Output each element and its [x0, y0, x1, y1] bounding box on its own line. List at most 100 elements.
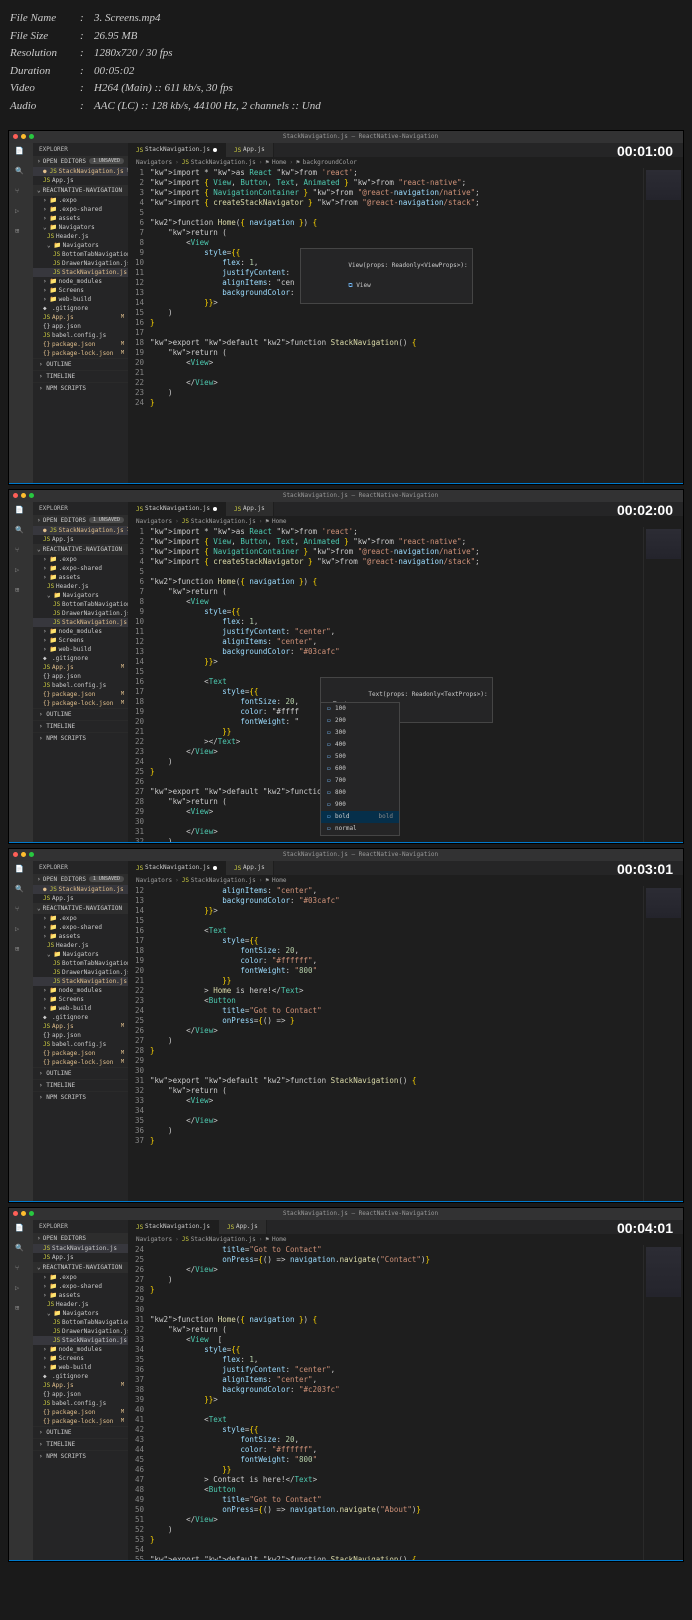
- sidebar-item-folder[interactable]: ›📁.expo-shared: [33, 1282, 128, 1291]
- sidebar-item-folder[interactable]: ›📁assets: [33, 573, 128, 582]
- sidebar-item-file[interactable]: {}package-lock.jsonM: [33, 699, 128, 708]
- timeline-section[interactable]: › TIMELINE: [33, 370, 128, 382]
- maximize-icon[interactable]: [29, 1211, 34, 1216]
- sidebar-item-stacknav[interactable]: ●JSStackNavigation.js: [33, 885, 128, 894]
- sidebar-item-folder[interactable]: ⌄📁Navigators: [33, 591, 128, 600]
- sidebar-item-file[interactable]: JSBottomTabNavigation.js: [33, 250, 128, 259]
- timeline-section[interactable]: › TIMELINE: [33, 1438, 128, 1450]
- sidebar-item-file[interactable]: JSHeader.js: [33, 232, 128, 241]
- sidebar-item-file[interactable]: {}package-lock.jsonM: [33, 1058, 128, 1067]
- sidebar-item-file[interactable]: JSApp.jsM: [33, 313, 128, 322]
- sidebar-item-folder[interactable]: ⌄📁Navigators: [33, 223, 128, 232]
- sidebar-item-file[interactable]: {}app.json: [33, 322, 128, 331]
- project-section[interactable]: ⌄REACTNATIVE-NAVIGATION: [33, 544, 128, 555]
- minimap[interactable]: [643, 168, 683, 483]
- open-editors-section[interactable]: ›OPEN EDITORS1 UNSAVED: [33, 156, 128, 167]
- tab-stacknav[interactable]: JSStackNavigation.js: [128, 1220, 219, 1234]
- source-control-icon[interactable]: ⑂: [15, 546, 27, 558]
- tab-stacknav[interactable]: JSStackNavigation.js: [128, 143, 226, 157]
- sidebar-item-stacknav[interactable]: JSStackNavigation.js: [33, 1244, 128, 1253]
- sidebar-item-folder[interactable]: ›📁assets: [33, 1291, 128, 1300]
- outline-section[interactable]: › OUTLINE: [33, 708, 128, 720]
- close-icon[interactable]: [13, 852, 18, 857]
- sidebar-item-file[interactable]: JSStackNavigation.js1, U: [33, 268, 128, 277]
- source-control-icon[interactable]: ⑂: [15, 1264, 27, 1276]
- maximize-icon[interactable]: [29, 493, 34, 498]
- sidebar-item-file[interactable]: JSApp.jsM: [33, 1022, 128, 1031]
- outline-section[interactable]: › OUTLINE: [33, 1426, 128, 1438]
- extensions-icon[interactable]: ⊞: [15, 227, 27, 239]
- sidebar-item-file[interactable]: JSHeader.js: [33, 941, 128, 950]
- sidebar-item-folder[interactable]: ›📁web-build: [33, 295, 128, 304]
- sidebar-item-folder[interactable]: ›📁web-build: [33, 1004, 128, 1013]
- tab-stacknav[interactable]: JSStackNavigation.js: [128, 861, 226, 875]
- tab-app[interactable]: JSApp.js: [226, 502, 274, 516]
- suggest-item[interactable]: ▭300: [321, 727, 399, 739]
- sidebar-item-file[interactable]: {}package-lock.jsonM: [33, 1417, 128, 1426]
- extensions-icon[interactable]: ⊞: [15, 1304, 27, 1316]
- breadcrumb[interactable]: Navigators› JSStackNavigation.js› ⚑Home›…: [128, 157, 683, 168]
- project-section[interactable]: ⌄REACTNATIVE-NAVIGATION: [33, 1262, 128, 1273]
- sidebar-item-app[interactable]: JSApp.js: [33, 894, 128, 903]
- sidebar-item-folder[interactable]: ›📁node_modules: [33, 986, 128, 995]
- sidebar-item-file[interactable]: JSStackNavigation.js1,U: [33, 618, 128, 627]
- open-editors-section[interactable]: ›OPEN EDITORS: [33, 1233, 128, 1244]
- suggest-item[interactable]: ▭boldbold: [321, 811, 399, 823]
- sidebar-item-folder[interactable]: ›📁assets: [33, 214, 128, 223]
- code-lines[interactable]: title="Got to Contact" onPress={() => na…: [150, 1245, 643, 1560]
- minimize-icon[interactable]: [21, 1211, 26, 1216]
- debug-icon[interactable]: ▷: [15, 207, 27, 219]
- npm-section[interactable]: › NPM SCRIPTS: [33, 732, 128, 744]
- maximize-icon[interactable]: [29, 852, 34, 857]
- sidebar-item-file[interactable]: JSBottomTabNavigation.js: [33, 1318, 128, 1327]
- suggest-item[interactable]: ▭800: [321, 787, 399, 799]
- sidebar-item-file[interactable]: {}app.json: [33, 1390, 128, 1399]
- project-section[interactable]: ⌄REACTNATIVE-NAVIGATION: [33, 903, 128, 914]
- sidebar-item-file[interactable]: JSHeader.js: [33, 1300, 128, 1309]
- sidebar-item-folder[interactable]: ›📁.expo-shared: [33, 205, 128, 214]
- suggest-item[interactable]: ▭500: [321, 751, 399, 763]
- npm-section[interactable]: › NPM SCRIPTS: [33, 1450, 128, 1462]
- search-icon[interactable]: 🔍: [15, 1244, 27, 1256]
- sidebar-item-file[interactable]: JSDrawerNavigation.js: [33, 609, 128, 618]
- project-section[interactable]: ⌄REACTNATIVE-NAVIGATION: [33, 185, 128, 196]
- minimize-icon[interactable]: [21, 134, 26, 139]
- tab-stacknav[interactable]: JSStackNavigation.js: [128, 502, 226, 516]
- sidebar-item-folder[interactable]: ›📁.expo-shared: [33, 564, 128, 573]
- sidebar-item-file[interactable]: {}package.jsonM: [33, 690, 128, 699]
- code-lines[interactable]: "kw">import * "kw">as React "kw">from 'r…: [150, 527, 643, 842]
- debug-icon[interactable]: ▷: [15, 925, 27, 937]
- suggest-item[interactable]: ▭900: [321, 799, 399, 811]
- debug-icon[interactable]: ▷: [15, 566, 27, 578]
- minimap[interactable]: [643, 527, 683, 842]
- explorer-icon[interactable]: 📄: [15, 865, 27, 877]
- tab-app[interactable]: JSApp.js: [226, 861, 274, 875]
- minimap[interactable]: [643, 886, 683, 1201]
- sidebar-item-folder[interactable]: ›📁node_modules: [33, 277, 128, 286]
- debug-icon[interactable]: ▷: [15, 1284, 27, 1296]
- explorer-icon[interactable]: 📄: [15, 506, 27, 518]
- code-lines[interactable]: alignItems: "center", backgroundColor: "…: [150, 886, 643, 1201]
- sidebar-item-stacknav[interactable]: ●JSStackNavigation.js1,U: [33, 526, 128, 535]
- sidebar-item-file[interactable]: {}package.jsonM: [33, 1408, 128, 1417]
- sidebar-item-folder[interactable]: ⌄📁Navigators: [33, 241, 128, 250]
- sidebar-item-file[interactable]: {}package-lock.jsonM: [33, 349, 128, 358]
- sidebar-item-file[interactable]: JSBottomTabNavigation.js: [33, 959, 128, 968]
- sidebar-item-app[interactable]: JSApp.js: [33, 535, 128, 544]
- close-icon[interactable]: [13, 1211, 18, 1216]
- sidebar-item-folder[interactable]: ›📁node_modules: [33, 1345, 128, 1354]
- suggest-item[interactable]: ▭normal: [321, 823, 399, 835]
- maximize-icon[interactable]: [29, 134, 34, 139]
- search-icon[interactable]: 🔍: [15, 526, 27, 538]
- close-icon[interactable]: [13, 493, 18, 498]
- outline-section[interactable]: › OUTLINE: [33, 1067, 128, 1079]
- tab-app[interactable]: JSApp.js: [219, 1220, 267, 1234]
- sidebar-item-file[interactable]: JSApp.jsM: [33, 1381, 128, 1390]
- close-icon[interactable]: [13, 134, 18, 139]
- sidebar-item-folder[interactable]: ›📁Screens: [33, 636, 128, 645]
- breadcrumb[interactable]: Navigators›JSStackNavigation.js›⚑Home: [128, 875, 683, 886]
- sidebar-item-file[interactable]: {}app.json: [33, 1031, 128, 1040]
- npm-section[interactable]: › NPM SCRIPTS: [33, 382, 128, 394]
- sidebar-item-file[interactable]: {}package.jsonM: [33, 340, 128, 349]
- npm-section[interactable]: › NPM SCRIPTS: [33, 1091, 128, 1103]
